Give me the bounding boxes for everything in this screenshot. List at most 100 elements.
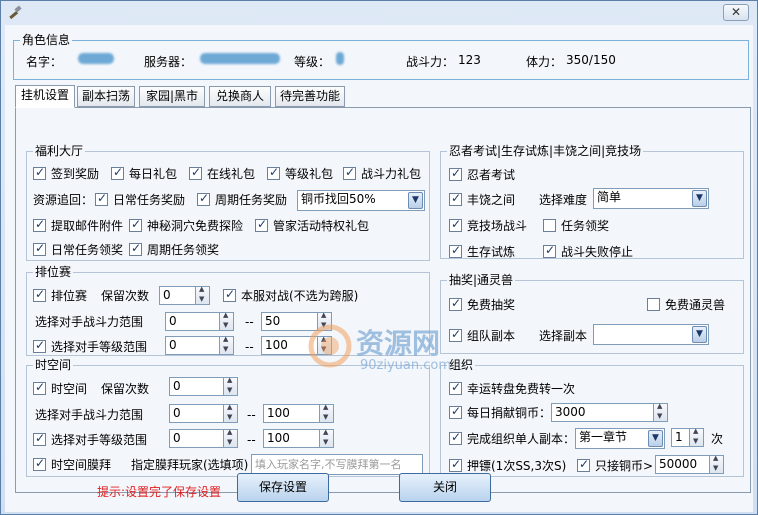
survival-checkbox[interactable] [449, 243, 462, 258]
ranking-enable-checkbox[interactable] [33, 287, 46, 302]
ranking-level-range-checkbox[interactable] [33, 338, 46, 353]
spacetime-enable-checkbox[interactable] [33, 380, 46, 395]
worship-checkbox[interactable] [33, 456, 46, 471]
dungeon-select-label: 选择副本 [539, 329, 588, 343]
title-bar: ✕ [1, 1, 757, 25]
task-reward-checkbox[interactable] [543, 219, 556, 232]
times-input[interactable]: 1 [671, 428, 691, 447]
watermark-url: 90ziyuan.com [360, 358, 452, 373]
times-stepper[interactable] [689, 427, 704, 447]
chevron-down-icon[interactable]: ▼ [408, 192, 423, 209]
power-label: 战斗力： [406, 55, 455, 69]
spacetime-power-max-input[interactable]: 100 [263, 404, 321, 423]
abundance-checkbox[interactable] [449, 191, 462, 206]
cave-explore-label: 神秘洞穴免费探险 [147, 219, 244, 233]
ranking-keep-input[interactable]: 0 [159, 286, 197, 305]
coin-only-checkbox[interactable] [577, 457, 590, 472]
resource-recover-select[interactable]: 铜币找回50% [297, 190, 425, 211]
stop-on-fail-checkbox[interactable] [543, 243, 556, 258]
cave-explore-checkbox[interactable] [129, 217, 142, 232]
mail-attach-checkbox[interactable] [33, 217, 46, 232]
single-dungeon-checkbox[interactable] [449, 430, 462, 445]
coin-only-label: 只接铜币> [595, 459, 654, 473]
survival-label: 生存试炼 [467, 245, 516, 259]
task-reward-label: 任务领奖 [561, 219, 610, 233]
range-separator: -- [245, 315, 254, 329]
tab-pending-features[interactable]: 待完善功能 [275, 86, 345, 107]
welfare-title: 福利大厅 [33, 144, 86, 158]
lottery-title: 抽奖|通灵兽 [447, 273, 516, 287]
spacetime-power-min-stepper[interactable] [223, 403, 238, 423]
stamina-value: 350/150 [566, 53, 616, 67]
ranking-power-min-stepper[interactable] [219, 311, 234, 331]
main-window: ✕ 角色信息 名字： 服务器： 等级： 战斗力： 123 体力： 350/150… [0, 0, 758, 515]
close-icon[interactable]: ✕ [723, 4, 749, 21]
daily-gift-checkbox[interactable] [111, 165, 124, 180]
butler-gift-label: 管家活动特权礼包 [273, 219, 370, 233]
donate-checkbox[interactable] [449, 404, 462, 419]
spacetime-level-min-stepper[interactable] [223, 428, 238, 448]
mail-attach-label: 提取邮件附件 [51, 219, 124, 233]
spacetime-level-min-input[interactable]: 0 [169, 429, 225, 448]
period-task-reward-checkbox[interactable] [197, 191, 210, 206]
donate-input[interactable]: 3000 [551, 403, 655, 422]
range-separator: -- [247, 433, 256, 447]
spacetime-power-min-input[interactable]: 0 [169, 404, 225, 423]
worship-target-input[interactable]: 填入玩家名字,不写膜拜第一名 [251, 454, 423, 475]
spacetime-level-range-checkbox[interactable] [33, 431, 46, 446]
local-battle-checkbox[interactable] [223, 287, 236, 302]
save-hint: 提示:设置完了保存设置 [97, 485, 222, 499]
spacetime-level-max-input[interactable]: 100 [263, 429, 321, 448]
checkin-checkbox[interactable] [33, 165, 46, 180]
free-lottery-checkbox[interactable] [449, 296, 462, 311]
range-separator: -- [247, 408, 256, 422]
arena-checkbox[interactable] [449, 217, 462, 232]
ranking-level-min-input[interactable]: 0 [165, 336, 221, 355]
lucky-wheel-checkbox[interactable] [449, 380, 462, 395]
ranking-keep-stepper[interactable] [195, 285, 210, 305]
spacetime-title: 时空间 [33, 358, 74, 372]
level-gift-checkbox[interactable] [267, 165, 280, 180]
tab-dungeon-sweep[interactable]: 副本扫荡 [77, 86, 135, 107]
chevron-down-icon[interactable]: ▼ [648, 430, 663, 447]
coin-value-input[interactable]: 50000 [655, 455, 711, 474]
hammer-icon [9, 5, 22, 20]
role-info-group: 角色信息 名字： 服务器： 等级： 战斗力： 123 体力： 350/150 [13, 33, 749, 80]
power-gift-checkbox[interactable] [343, 165, 356, 180]
online-gift-checkbox[interactable] [189, 165, 202, 180]
daily-task-reward-checkbox[interactable] [95, 191, 108, 206]
chevron-down-icon[interactable]: ▼ [692, 326, 707, 343]
spacetime-keep-input[interactable]: 0 [169, 377, 225, 396]
escort-label: 押镖(1次SS,3次S) [467, 459, 567, 473]
coin-value-stepper[interactable] [709, 454, 724, 474]
period-task-claim-checkbox[interactable] [129, 241, 142, 256]
chevron-down-icon[interactable]: ▼ [692, 190, 707, 207]
abundance-label: 丰饶之间 [467, 193, 516, 207]
ranking-level-min-stepper[interactable] [219, 335, 234, 355]
daily-task-claim-checkbox[interactable] [33, 241, 46, 256]
spacetime-level-range-label: 选择对手等级范围 [51, 433, 148, 447]
resource-recover-value: 铜币找回50% [301, 192, 376, 206]
ninja-exam-checkbox[interactable] [449, 166, 462, 181]
ranking-title: 排位赛 [33, 265, 74, 279]
spacetime-power-max-stepper[interactable] [319, 403, 334, 423]
ranking-keep-label: 保留次数 [101, 289, 150, 303]
donate-label: 每日捐献铜币： [467, 406, 552, 420]
close-button[interactable]: 关闭 [399, 473, 491, 502]
ranking-level-range-label: 选择对手等级范围 [51, 340, 148, 354]
tab-exchange-merchant[interactable]: 兑换商人 [209, 86, 271, 107]
level-gift-label: 等级礼包 [285, 167, 334, 181]
tab-home-blackmarket[interactable]: 家园|黑市 [139, 86, 205, 107]
guild-group: 组织 幸运转盘免费转一次 每日捐献铜币： 3000 完成组织单人副本： 第一章节… [440, 358, 744, 477]
save-button[interactable]: 保存设置 [237, 473, 329, 502]
butler-gift-checkbox[interactable] [255, 217, 268, 232]
worship-label: 时空间膜拜 [51, 458, 112, 472]
donate-stepper[interactable] [653, 402, 668, 422]
free-beast-checkbox[interactable] [647, 298, 660, 311]
tab-afk-settings[interactable]: 挂机设置 [15, 85, 75, 108]
ranking-power-min-input[interactable]: 0 [165, 312, 221, 331]
role-info-title: 角色信息 [20, 33, 73, 47]
spacetime-keep-stepper[interactable] [223, 376, 238, 396]
spacetime-level-max-stepper[interactable] [319, 428, 334, 448]
escort-checkbox[interactable] [449, 457, 462, 472]
